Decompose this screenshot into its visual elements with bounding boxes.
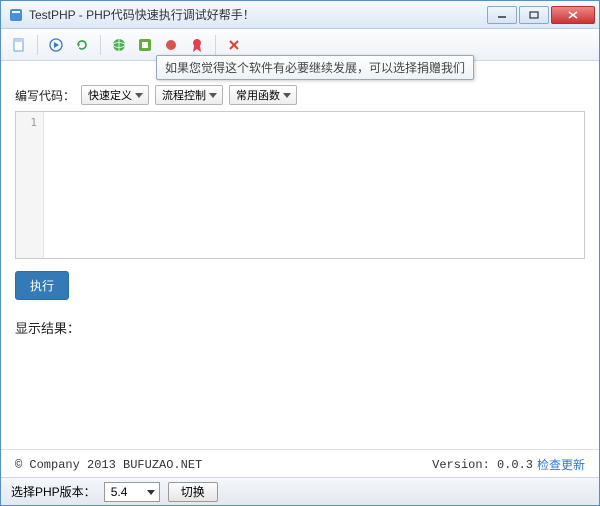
code-editor[interactable]: 1 <box>15 111 585 259</box>
new-file-icon[interactable] <box>7 33 31 57</box>
separator <box>215 35 216 55</box>
record-icon[interactable] <box>159 33 183 57</box>
app-tile-icon[interactable] <box>133 33 157 57</box>
switch-button-label: 切换 <box>181 483 205 500</box>
statusbar: 选择PHP版本： 5.4 切换 <box>1 477 599 505</box>
php-version-value: 5.4 <box>111 485 128 499</box>
minimize-button[interactable] <box>487 6 517 24</box>
php-version-label: 选择PHP版本： <box>11 483 96 500</box>
ribbon-icon[interactable] <box>185 33 209 57</box>
editor-header-row: 编写代码： 快速定义 流程控制 常用函数 <box>15 85 585 105</box>
dropdown-common-functions[interactable]: 常用函数 <box>229 85 297 105</box>
x-icon[interactable] <box>222 33 246 57</box>
window-controls <box>485 6 595 24</box>
app-icon <box>9 8 23 22</box>
run-button[interactable]: 执行 <box>15 271 69 300</box>
titlebar: TestPHP - PHP代码快速执行调试好帮手！ <box>1 1 599 29</box>
result-area <box>15 343 585 443</box>
result-label: 显示结果： <box>15 318 585 337</box>
dropdown-label: 常用函数 <box>236 87 280 103</box>
run-button-label: 执行 <box>30 279 54 293</box>
toolbar: 如果您觉得这个软件有必要继续发展，可以选择捐赠我们 <box>1 29 599 61</box>
php-version-select[interactable]: 5.4 <box>104 482 160 502</box>
line-number: 1 <box>16 116 37 129</box>
code-textarea[interactable] <box>44 112 584 258</box>
content-area: 编写代码： 快速定义 流程控制 常用函数 1 执行 显示结果： <box>1 61 599 449</box>
maximize-button[interactable] <box>519 6 549 24</box>
dropdown-label: 快速定义 <box>88 87 132 103</box>
play-icon[interactable] <box>44 33 68 57</box>
app-window: TestPHP - PHP代码快速执行调试好帮手！ <box>0 0 600 506</box>
dropdown-label: 流程控制 <box>162 87 206 103</box>
check-update-link[interactable]: 检查更新 <box>537 456 585 473</box>
line-gutter: 1 <box>16 112 44 258</box>
refresh-icon[interactable] <box>70 33 94 57</box>
switch-button[interactable]: 切换 <box>168 482 218 502</box>
window-title: TestPHP - PHP代码快速执行调试好帮手！ <box>29 6 485 23</box>
version-text: Version: 0.0.3 <box>432 458 533 472</box>
separator <box>37 35 38 55</box>
dropdown-flow-control[interactable]: 流程控制 <box>155 85 223 105</box>
editor-label: 编写代码： <box>15 87 75 104</box>
copyright-text: © Company 2013 BUFUZAO.NET <box>15 458 202 472</box>
footer: © Company 2013 BUFUZAO.NET Version: 0.0.… <box>1 449 599 477</box>
dropdown-quick-define[interactable]: 快速定义 <box>81 85 149 105</box>
globe-icon[interactable] <box>107 33 131 57</box>
tooltip: 如果您觉得这个软件有必要继续发展，可以选择捐赠我们 <box>156 55 474 80</box>
close-button[interactable] <box>551 6 595 24</box>
separator <box>100 35 101 55</box>
